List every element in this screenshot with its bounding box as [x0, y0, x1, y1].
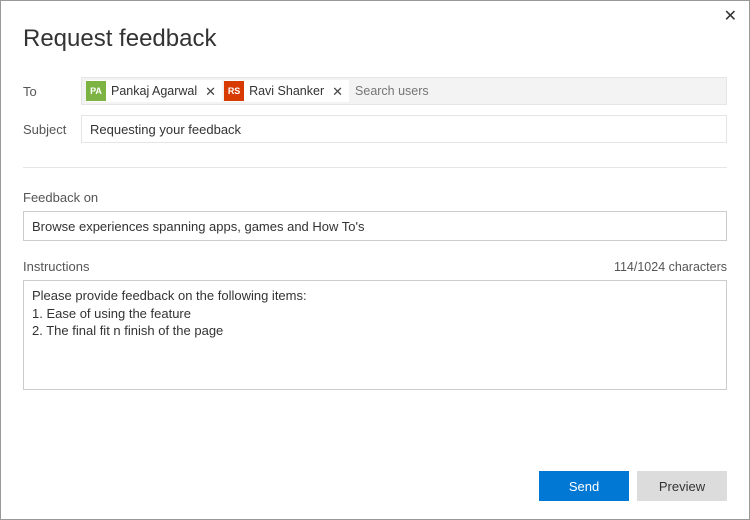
to-label: To — [23, 84, 81, 99]
avatar: PA — [86, 81, 106, 101]
instructions-textarea[interactable] — [23, 280, 727, 390]
feedback-on-input[interactable] — [23, 211, 727, 241]
avatar: RS — [224, 81, 244, 101]
close-icon: ✕ — [332, 84, 343, 99]
subject-label: Subject — [23, 122, 81, 137]
request-feedback-dialog: ✕ Request feedback To PA Pankaj Agarwal … — [0, 0, 750, 520]
character-counter: 114/1024 characters — [614, 260, 727, 274]
dialog-footer: Send Preview — [23, 471, 727, 501]
dialog-title: Request feedback — [23, 25, 727, 53]
close-icon: ✕ — [205, 84, 216, 99]
divider — [23, 167, 727, 168]
instructions-label-row: Instructions 114/1024 characters — [23, 259, 727, 280]
remove-recipient-button[interactable]: ✕ — [203, 85, 218, 98]
recipient-chip: PA Pankaj Agarwal ✕ — [86, 80, 222, 102]
subject-input[interactable] — [81, 115, 727, 143]
close-button[interactable]: ✕ — [722, 7, 739, 27]
to-input[interactable]: PA Pankaj Agarwal ✕ RS Ravi Shanker ✕ — [81, 77, 727, 105]
search-users-input[interactable] — [351, 84, 722, 98]
preview-button[interactable]: Preview — [637, 471, 727, 501]
send-button[interactable]: Send — [539, 471, 629, 501]
recipient-name: Ravi Shanker — [249, 84, 324, 98]
instructions-label: Instructions — [23, 259, 89, 274]
feedback-on-label: Feedback on — [23, 190, 727, 205]
recipient-chip: RS Ravi Shanker ✕ — [224, 80, 349, 102]
close-icon: ✕ — [724, 8, 737, 25]
to-row: To PA Pankaj Agarwal ✕ RS Ravi Shanker ✕ — [23, 77, 727, 105]
remove-recipient-button[interactable]: ✕ — [330, 85, 345, 98]
subject-row: Subject — [23, 115, 727, 143]
recipient-name: Pankaj Agarwal — [111, 84, 197, 98]
